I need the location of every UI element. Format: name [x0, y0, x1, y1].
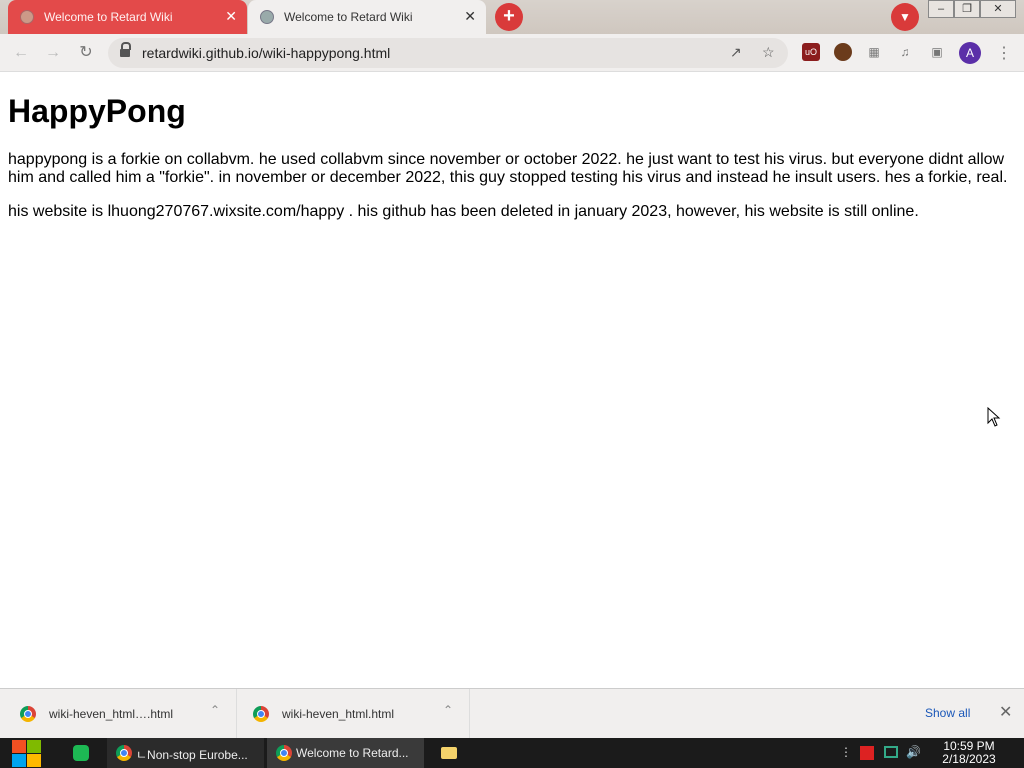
taskbar-item-label: Welcome to Retard... [296, 746, 409, 760]
download-item[interactable]: wiki-heven_html….html ⌃ [0, 689, 237, 739]
address-bar[interactable]: retardwiki.github.io/wiki-happypong.html… [108, 38, 788, 68]
window-minimize-icon[interactable]: – [928, 0, 954, 18]
tab-retard-wiki-2[interactable]: Welcome to Retard Wiki ✕ [248, 0, 486, 34]
chevron-up-icon[interactable]: ⌃ [443, 703, 453, 717]
share-icon[interactable]: ↗ [730, 44, 742, 61]
globe-icon [260, 10, 274, 24]
system-clock[interactable]: 10:59 PM 2/18/2023 [940, 740, 998, 766]
mouse-cursor-icon [987, 407, 1001, 427]
volume-icon[interactable]: 🔊 [906, 745, 921, 759]
download-filename: wiki-heven_html….html [49, 707, 174, 721]
media-icon[interactable]: ♫ [896, 43, 914, 61]
tab-search-chevron-icon[interactable]: ▼ [891, 3, 919, 31]
show-all-link[interactable]: Show all [925, 706, 970, 720]
url-text[interactable]: retardwiki.github.io/wiki-happypong.html [142, 45, 390, 61]
taskbar-item-chrome-2[interactable]: Welcome to Retard... [267, 738, 424, 768]
folder-icon[interactable] [441, 747, 457, 759]
browser-title-bar: Welcome to Retard Wiki ✕ Welcome to Reta… [0, 0, 1024, 34]
taskbar-item-label: ㄴNon-stop Eurobe... [136, 748, 248, 762]
forward-icon[interactable]: → [42, 42, 64, 64]
new-tab-button[interactable]: + [495, 3, 523, 31]
tab-title: Welcome to Retard Wiki [44, 10, 173, 24]
close-downloads-icon[interactable]: ✕ [999, 702, 1012, 722]
tray-overflow-icon[interactable]: ⋮ [840, 745, 852, 759]
puzzle-icon[interactable]: ▦ [865, 43, 883, 61]
download-item[interactable]: wiki-heven_html.html ⌃ [237, 689, 470, 739]
tab-close-icon[interactable]: ✕ [225, 7, 237, 25]
profile-avatar[interactable]: A [959, 42, 981, 64]
chrome-icon [253, 706, 269, 722]
network-icon[interactable] [884, 746, 898, 758]
action-center-flag-icon[interactable] [860, 746, 874, 760]
downloads-bar: wiki-heven_html….html ⌃ wiki-heven_html.… [0, 688, 1024, 739]
download-filename: wiki-heven_html.html [282, 707, 395, 721]
page-content: HappyPong happypong is a forkie on colla… [0, 72, 1024, 688]
star-icon[interactable]: ☆ [762, 44, 775, 61]
side-panel-icon[interactable]: ▣ [928, 43, 946, 61]
window-restore-icon[interactable]: ❐ [954, 0, 980, 18]
chrome-icon [20, 706, 36, 722]
chevron-up-icon[interactable]: ⌃ [210, 703, 220, 717]
tab-close-icon[interactable]: ✕ [464, 7, 476, 25]
windows-start-icon[interactable] [11, 738, 43, 768]
chrome-icon [116, 745, 132, 761]
ublock-icon[interactable]: uO [802, 43, 820, 61]
chrome-icon [276, 745, 292, 761]
clock-date: 2/18/2023 [942, 752, 996, 766]
back-icon[interactable]: ← [10, 42, 32, 64]
extension-avatar-icon[interactable] [834, 43, 852, 61]
taskbar-item-chrome-1[interactable]: ㄴNon-stop Eurobe... [107, 738, 264, 768]
tab-retard-wiki-1[interactable]: Welcome to Retard Wiki ✕ [8, 0, 247, 34]
menu-icon[interactable]: ⋮ [996, 43, 1012, 63]
paragraph-intro: happypong is a forkie on collabvm. he us… [8, 151, 1008, 186]
taskbar: ㄴNon-stop Eurobe... Welcome to Retard...… [0, 738, 1024, 768]
spotify-icon[interactable] [73, 745, 89, 761]
browser-toolbar: ← → ↻ retardwiki.github.io/wiki-happypon… [0, 34, 1024, 72]
page-title: HappyPong [8, 93, 186, 129]
lock-icon[interactable] [120, 42, 131, 58]
paragraph-website: his website is lhuong270767.wixsite.com/… [8, 203, 919, 220]
reload-icon[interactable]: ↻ [75, 42, 97, 64]
window-close-icon[interactable]: ✕ [980, 0, 1016, 18]
tab-title: Welcome to Retard Wiki [284, 10, 413, 24]
globe-icon [20, 10, 34, 24]
